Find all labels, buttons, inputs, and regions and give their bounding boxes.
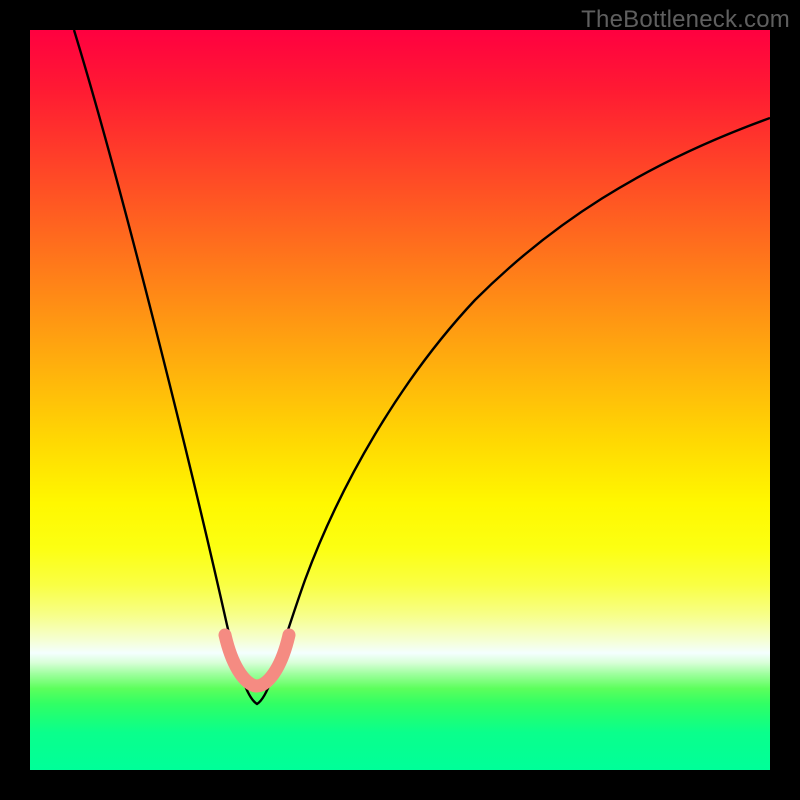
bottleneck-curve: [30, 30, 770, 770]
curve-marker-path: [225, 635, 289, 686]
chart-frame: TheBottleneck.com: [0, 0, 800, 800]
curve-main-path: [74, 30, 770, 704]
plot-area: [30, 30, 770, 770]
watermark-text: TheBottleneck.com: [581, 6, 790, 34]
